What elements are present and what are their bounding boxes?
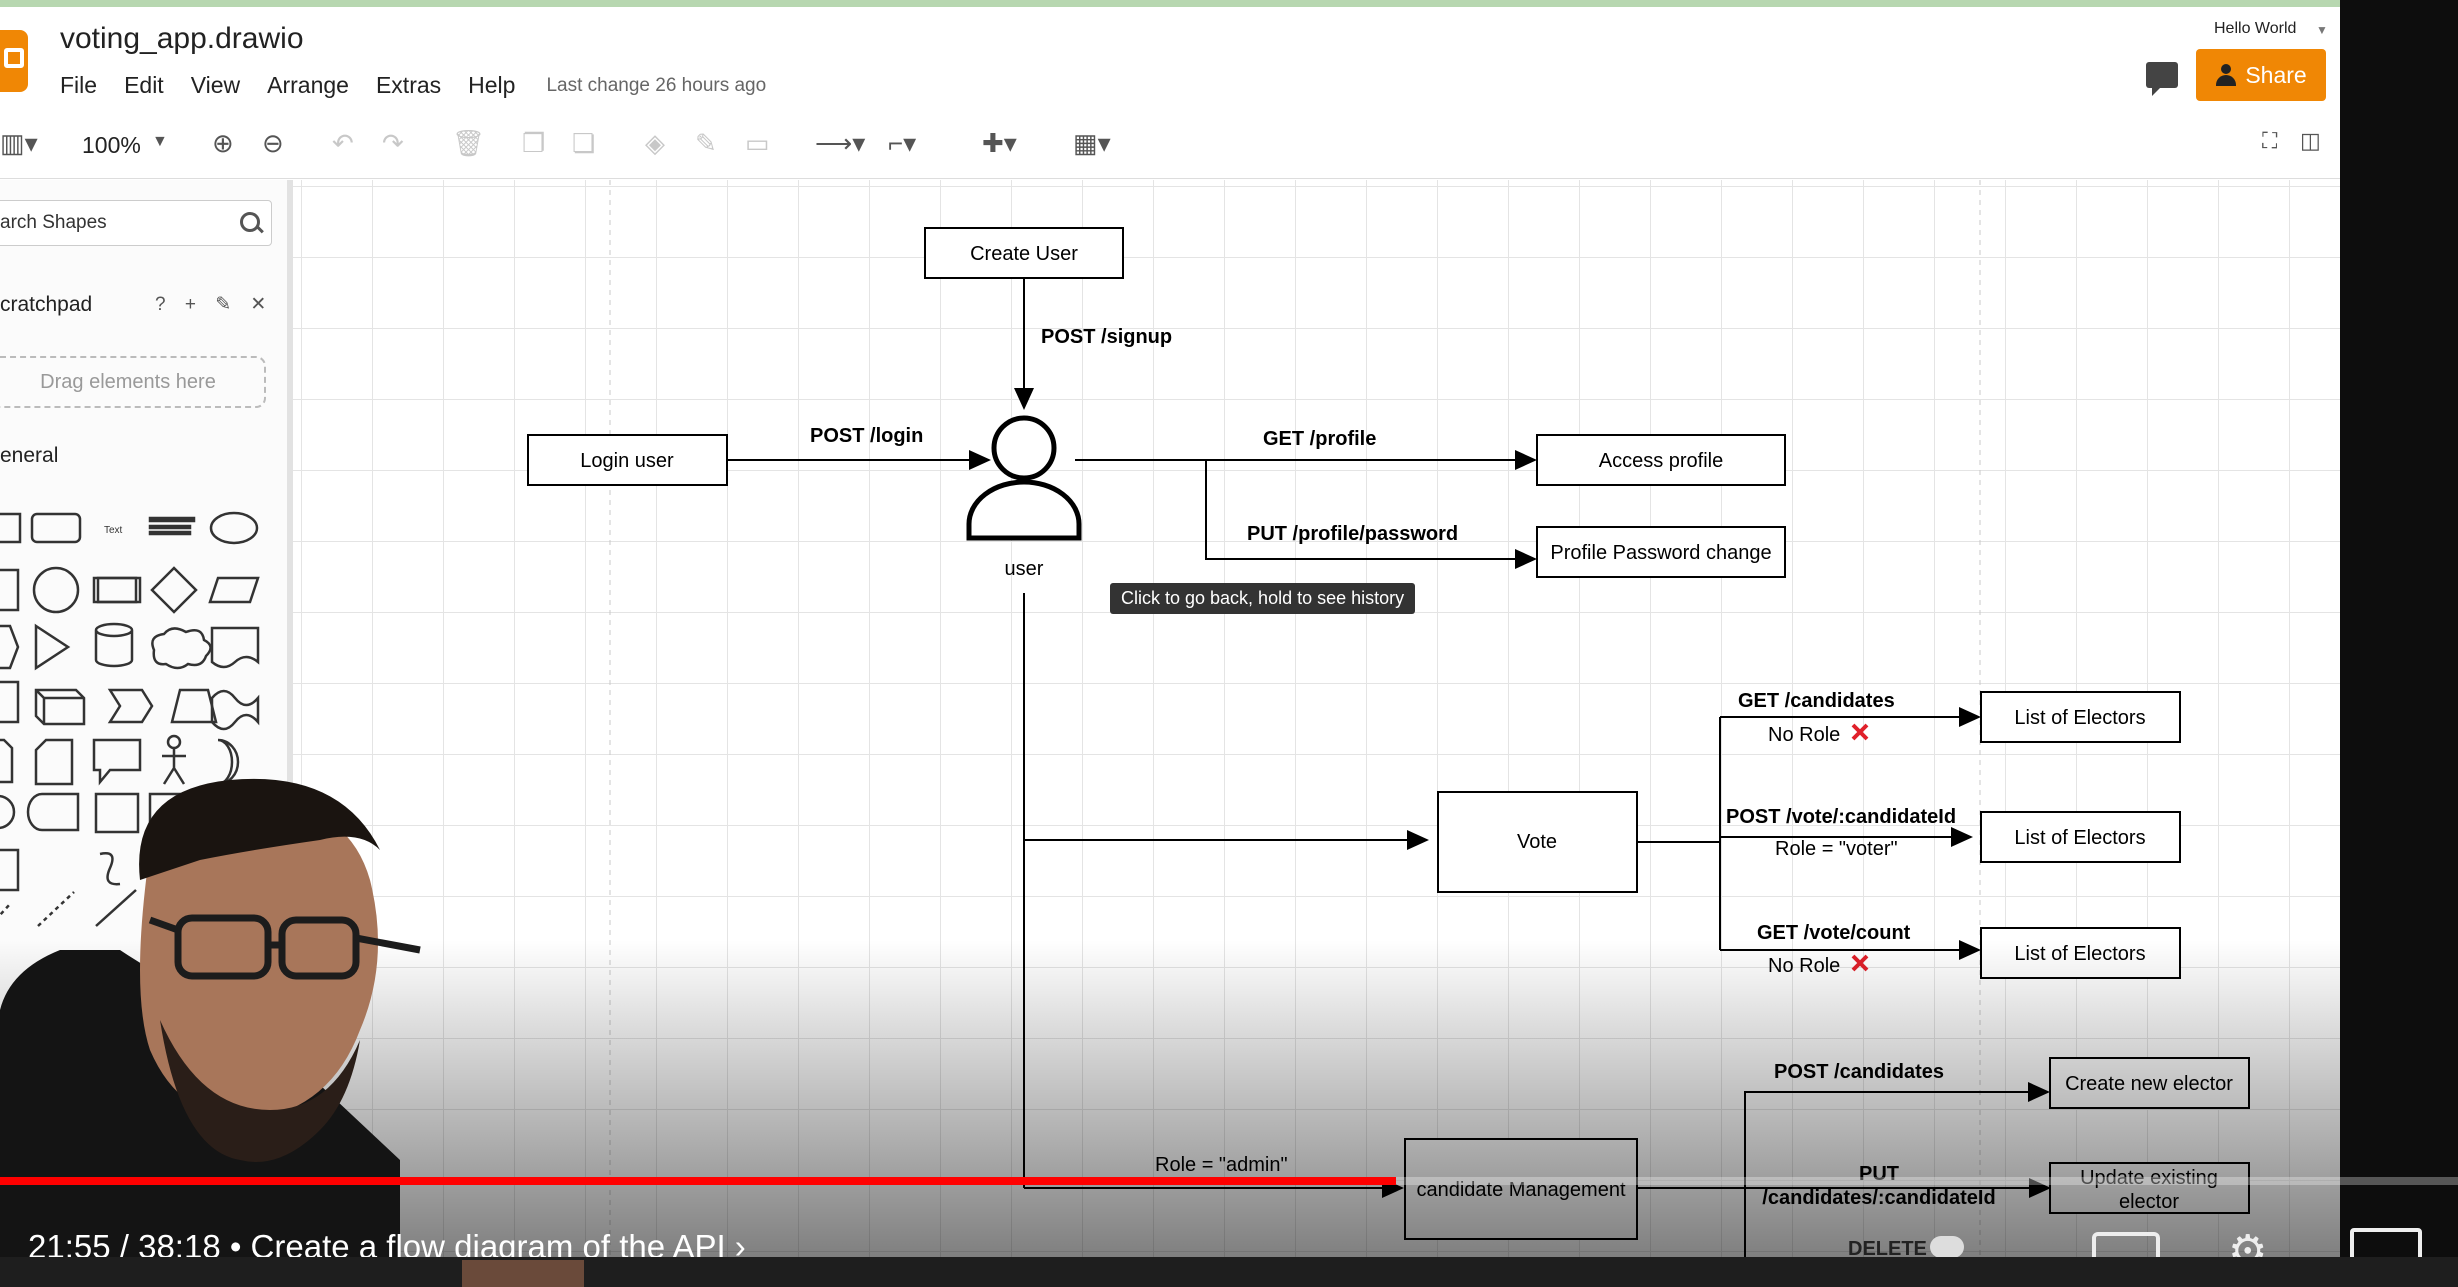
waypoints-icon[interactable]: ⌐▾ bbox=[888, 128, 916, 159]
label-login-user: Login user bbox=[580, 450, 674, 472]
fullscreen-icon[interactable]: ⛶ bbox=[2262, 128, 2277, 154]
menu-extras[interactable]: Extras bbox=[376, 72, 441, 99]
zoom-caret-icon[interactable]: ▼ bbox=[152, 133, 168, 151]
edge-label-profile: GET /profile bbox=[1263, 428, 1376, 450]
scratchpad-header[interactable]: cratchpad bbox=[0, 293, 92, 317]
label-list-electors-2: List of Electors bbox=[2014, 827, 2145, 849]
video-progress-played[interactable] bbox=[0, 1177, 1397, 1185]
back-tooltip: Click to go back, hold to see history bbox=[1110, 583, 1416, 614]
shadow-icon[interactable]: ▭ bbox=[745, 128, 770, 159]
presenter-webcam bbox=[0, 778, 421, 1287]
label-vote: Vote bbox=[1517, 831, 1557, 853]
drawio-app: voting_app.drawio File Edit View Arrange… bbox=[0, 0, 2340, 1287]
user-menu[interactable]: Hello World bbox=[2214, 20, 2296, 38]
scratchpad-tools[interactable]: ? + ✎ ✕ bbox=[155, 293, 266, 316]
menu-help[interactable]: Help bbox=[468, 72, 515, 99]
edge-label-signup: POST /signup bbox=[1041, 326, 1172, 348]
label-password-change: Profile Password change bbox=[1550, 542, 1771, 564]
menu-view[interactable]: View bbox=[191, 72, 240, 99]
menu-edit[interactable]: Edit bbox=[124, 72, 164, 99]
os-taskbar bbox=[0, 1257, 2458, 1287]
taskbar-app-highlight[interactable] bbox=[462, 1260, 584, 1287]
delete-icon[interactable]: 🗑 bbox=[452, 128, 485, 159]
user-actor-icon[interactable] bbox=[966, 415, 1082, 541]
edge-label-role-voter: Role = "voter" bbox=[1775, 838, 1898, 860]
redo-icon[interactable]: ↷ bbox=[382, 128, 404, 159]
label-access-profile: Access profile bbox=[1599, 450, 1724, 472]
table-icon[interactable]: ▦▾ bbox=[1073, 128, 1111, 159]
share-button[interactable]: Share bbox=[2196, 49, 2326, 101]
diagram-canvas[interactable]: Create User Login user user Access profi… bbox=[293, 180, 2340, 1287]
diagram-svg: Create User Login user user Access profi… bbox=[527, 180, 2250, 1287]
last-change-text[interactable]: Last change 26 hours ago bbox=[546, 75, 766, 97]
connection-icon[interactable]: ⟶▾ bbox=[815, 128, 865, 159]
edge-label-vote-post: POST /vote/:candidateId bbox=[1726, 806, 1956, 828]
edge-label-login: POST /login bbox=[810, 425, 923, 447]
label-user: user bbox=[1005, 558, 1044, 580]
person-icon bbox=[2215, 64, 2237, 86]
edge-label-vote-count: GET /vote/count bbox=[1757, 922, 1911, 944]
cross-icon bbox=[1851, 723, 1869, 741]
edge-label-role-admin: Role = "admin" bbox=[1155, 1154, 1288, 1176]
label-create-user: Create User bbox=[970, 243, 1078, 265]
zoom-out-icon[interactable]: ⊖ bbox=[262, 128, 284, 159]
menu-file[interactable]: File bbox=[60, 72, 97, 99]
drawio-logo-icon bbox=[0, 30, 28, 92]
comment-icon[interactable] bbox=[2146, 62, 2178, 96]
edge-label-candidates: GET /candidates bbox=[1738, 690, 1895, 712]
search-icon[interactable] bbox=[240, 212, 260, 232]
menu-bar: File Edit View Arrange Extras Help Last … bbox=[60, 72, 793, 99]
label-update-elector-2: elector bbox=[2119, 1191, 2179, 1213]
autoplay-toggle[interactable] bbox=[1930, 1236, 1964, 1258]
share-label: Share bbox=[2245, 61, 2307, 88]
undo-icon[interactable]: ↶ bbox=[332, 128, 354, 159]
edge-label-put-path: /candidates/:candidateId bbox=[1762, 1187, 1995, 1209]
menu-arrange[interactable]: Arrange bbox=[267, 72, 349, 99]
edge-label-post-candidates: POST /candidates bbox=[1774, 1061, 1944, 1083]
label-list-electors-1: List of Electors bbox=[2014, 707, 2145, 729]
to-front-icon[interactable]: ❐ bbox=[522, 128, 545, 159]
edge-label-password: PUT /profile/password bbox=[1247, 523, 1458, 545]
zoom-in-icon[interactable]: ⊕ bbox=[212, 128, 234, 159]
top-accent-line bbox=[0, 0, 2340, 7]
search-placeholder: arch Shapes bbox=[0, 212, 107, 233]
svg-text:Text: Text bbox=[104, 525, 123, 536]
format-panel-icon[interactable]: ◫ bbox=[2300, 128, 2321, 154]
cross-icon bbox=[1851, 954, 1869, 972]
to-back-icon[interactable]: ❏ bbox=[572, 128, 595, 159]
general-shapes-header[interactable]: eneral bbox=[0, 444, 58, 468]
browser-right-edge bbox=[2340, 0, 2458, 1287]
file-title[interactable]: voting_app.drawio bbox=[60, 22, 304, 56]
chevron-down-icon[interactable]: ▼ bbox=[2316, 23, 2328, 37]
fill-color-icon[interactable]: ◈ bbox=[645, 128, 665, 159]
label-list-electors-3: List of Electors bbox=[2014, 943, 2145, 965]
insert-icon[interactable]: ✚▾ bbox=[982, 128, 1017, 159]
label-create-elector: Create new elector bbox=[2065, 1073, 2233, 1095]
zoom-select[interactable]: 100% bbox=[82, 132, 141, 159]
scratchpad-dropzone[interactable]: Drag elements here bbox=[0, 356, 266, 408]
edge-label-no-role-1: No Role bbox=[1768, 724, 1840, 746]
edge-label-no-role-2: No Role bbox=[1768, 955, 1840, 977]
line-color-icon[interactable]: ✎ bbox=[695, 128, 717, 159]
panel-toggle-icon[interactable]: ▥▾ bbox=[0, 128, 38, 159]
